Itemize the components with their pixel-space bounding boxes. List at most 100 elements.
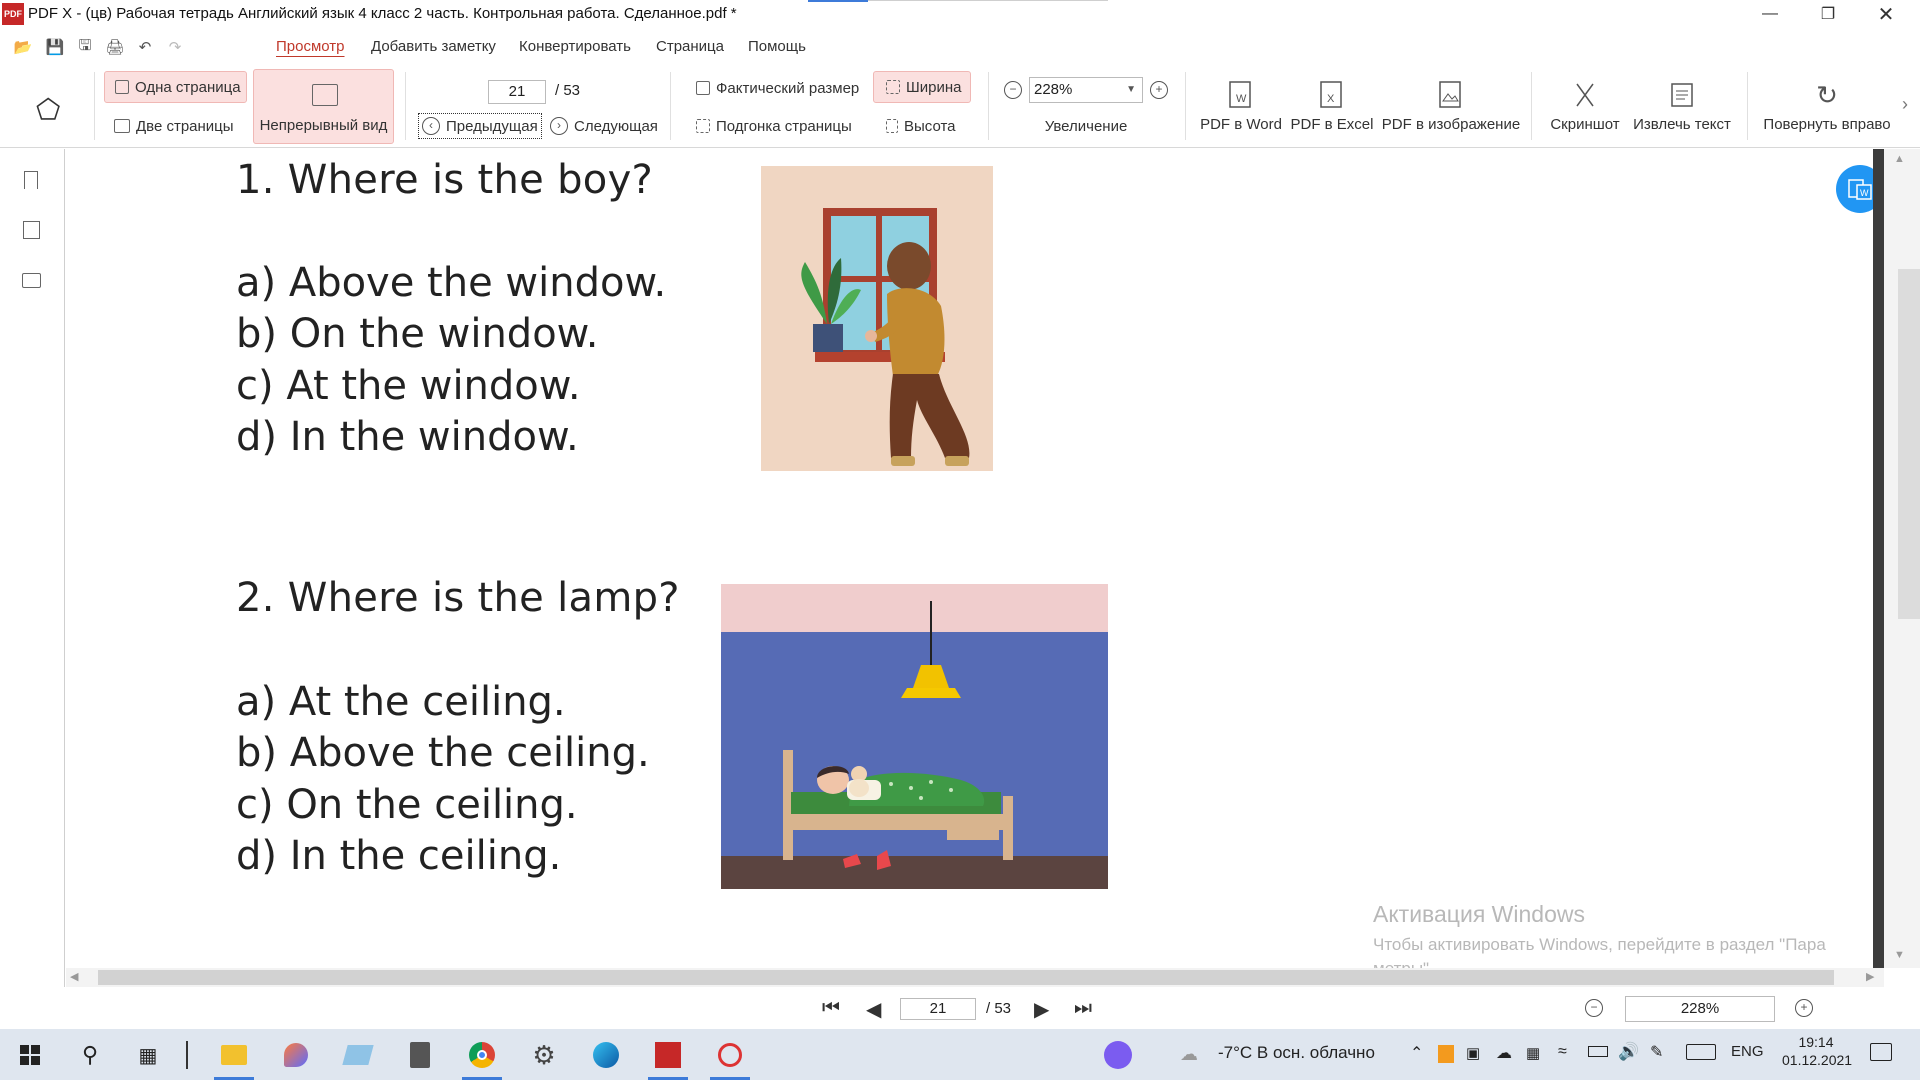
pinned-app-icon[interactable] <box>706 1034 754 1076</box>
notifications-icon[interactable] <box>1870 1043 1892 1061</box>
last-page-icon[interactable]: ⏭ <box>1074 997 1092 1020</box>
fit-page-button[interactable]: Подгонка страницы <box>696 114 852 138</box>
battery-icon[interactable] <box>1588 1046 1608 1057</box>
single-page-button[interactable]: Одна страница <box>104 71 247 103</box>
cortana-icon[interactable] <box>1094 1034 1142 1076</box>
document-viewport[interactable]: 1. Where is the boy? a) Above the window… <box>66 149 1873 969</box>
pages-icon[interactable] <box>23 221 40 239</box>
zoom-in-icon[interactable]: + <box>1150 81 1168 99</box>
vertical-scroll-thumb[interactable] <box>1898 269 1920 619</box>
scroll-up-icon[interactable]: ▲ <box>1894 153 1905 165</box>
clock[interactable]: 19:14 01.12.2021 <box>1782 1034 1852 1068</box>
file-explorer-icon[interactable] <box>210 1034 258 1076</box>
tray-chevron-up-icon[interactable]: ⌃ <box>1410 1043 1423 1063</box>
volume-icon[interactable]: 🔊 <box>1618 1042 1639 1062</box>
minimize-button[interactable]: — <box>1747 0 1793 28</box>
continuous-view-button[interactable]: Непрерывный вид <box>253 69 394 144</box>
menu-page[interactable]: Страница <box>656 38 724 55</box>
next-page-icon[interactable]: ▶ <box>1034 997 1049 1022</box>
status-zoom-input[interactable]: 228% <box>1625 996 1775 1022</box>
chevron-left-icon: ‹ <box>422 117 440 135</box>
print-icon[interactable]: 🖨 <box>104 36 126 58</box>
edge-icon[interactable] <box>582 1034 630 1076</box>
horizontal-scroll-thumb[interactable] <box>98 970 1834 985</box>
weather-text[interactable]: -7°C В осн. облачно <box>1218 1043 1375 1063</box>
zoom-out-icon[interactable]: − <box>1004 81 1022 99</box>
screenshot-button[interactable]: Скриншот <box>1543 78 1627 140</box>
calculator-icon[interactable] <box>396 1034 444 1076</box>
horizontal-scrollbar[interactable]: ◀ ▶ <box>66 968 1884 987</box>
language-indicator[interactable]: ENG <box>1731 1043 1764 1060</box>
previous-page-button[interactable]: ‹ Предыдущая <box>418 113 542 139</box>
chrome-icon[interactable] <box>458 1034 506 1076</box>
scroll-down-icon[interactable]: ▼ <box>1894 949 1905 961</box>
vertical-scrollbar[interactable]: ▲ ▼ <box>1884 149 1920 968</box>
pen-icon[interactable]: ✎ <box>1650 1042 1663 1062</box>
excel-doc-icon: X <box>1314 78 1350 112</box>
save-as-icon[interactable]: 🖫 <box>74 36 96 58</box>
pdfx-taskbar-icon[interactable] <box>644 1034 692 1076</box>
paint-icon[interactable] <box>272 1034 320 1076</box>
rotate-right-button[interactable]: ↻ Повернуть вправо <box>1755 78 1899 140</box>
start-button[interactable] <box>6 1034 54 1076</box>
extract-text-button[interactable]: Извлечь текст <box>1628 78 1736 140</box>
tray-antivirus-icon[interactable]: ▦ <box>1526 1044 1540 1062</box>
next-page-button[interactable]: › Следующая <box>550 114 658 138</box>
menu-convert[interactable]: Конвертировать <box>519 38 631 55</box>
wifi-icon[interactable]: ≈ <box>1558 1043 1567 1061</box>
menu-view[interactable]: Просмотр <box>276 38 345 55</box>
pdf-to-word-button[interactable]: W PDF в Word <box>1196 78 1286 140</box>
bookmark-icon[interactable] <box>24 171 38 189</box>
pdf-to-image-button[interactable]: PDF в изображение <box>1378 78 1524 140</box>
tray-app-icon[interactable] <box>1438 1045 1454 1063</box>
question-2-option-b: b) Above the ceiling. <box>236 730 650 776</box>
pdf-to-excel-button[interactable]: X PDF в Excel <box>1287 78 1377 140</box>
select-cursor-icon[interactable]: ⬠ <box>36 93 60 126</box>
word-doc-icon: W <box>1223 78 1259 112</box>
fit-height-label: Высота <box>904 117 956 135</box>
menu-help[interactable]: Помощь <box>748 38 806 55</box>
settings-gear-icon[interactable]: ⚙ <box>520 1034 568 1076</box>
zoom-select[interactable]: 228% ▼ <box>1029 77 1143 103</box>
scroll-left-icon[interactable]: ◀ <box>70 970 78 983</box>
keyboard-icon[interactable] <box>1686 1044 1716 1060</box>
pdf-to-excel-label: PDF в Excel <box>1290 116 1374 133</box>
floating-convert-word-button[interactable]: W <box>1836 165 1873 213</box>
question-2-option-d: d) In the ceiling. <box>236 833 562 879</box>
search-icon[interactable]: ⚲ <box>66 1034 114 1076</box>
first-page-icon[interactable]: ⏮ <box>822 997 840 1020</box>
fit-height-button[interactable]: Высота <box>886 114 956 138</box>
notes-app-icon[interactable] <box>334 1034 382 1076</box>
restore-button[interactable]: ❐ <box>1805 0 1851 28</box>
zoom-value: 228% <box>1034 81 1073 98</box>
actual-size-button[interactable]: Фактический размер <box>696 76 859 100</box>
actual-size-label: Фактический размер <box>716 79 860 97</box>
status-page-input[interactable]: 21 <box>900 998 976 1020</box>
ribbon-separator <box>1747 72 1748 140</box>
question-2-option-c: c) On the ceiling. <box>236 782 578 828</box>
app-logo-icon: PDF <box>2 3 24 25</box>
open-file-icon[interactable]: 📂 <box>12 36 34 58</box>
svg-text:W: W <box>1236 93 1247 105</box>
close-button[interactable]: ✕ <box>1863 0 1909 28</box>
two-pages-button[interactable]: Две страницы <box>114 114 234 138</box>
ribbon-separator <box>988 72 989 140</box>
redo-icon[interactable]: ↷ <box>164 36 186 58</box>
prev-page-icon[interactable]: ◀ <box>866 997 881 1022</box>
save-icon[interactable]: 💾 <box>44 36 66 58</box>
comment-icon[interactable] <box>22 273 41 288</box>
scroll-right-icon[interactable]: ▶ <box>1866 970 1874 983</box>
fit-width-button[interactable]: Ширина <box>873 71 971 103</box>
fit-width-label: Ширина <box>906 78 962 96</box>
menu-add-note[interactable]: Добавить заметку <box>371 38 496 55</box>
ribbon-more-chevron-icon[interactable]: › <box>1902 94 1908 115</box>
tray-meet-icon[interactable]: ▣ <box>1466 1044 1480 1062</box>
status-zoom-out-icon[interactable]: − <box>1585 999 1603 1017</box>
activation-watermark-title: Активация Windows <box>1373 901 1585 927</box>
title-accent-bar <box>808 0 868 2</box>
onedrive-icon[interactable]: ☁ <box>1496 1043 1512 1063</box>
task-view-icon[interactable]: ▦ <box>124 1034 172 1076</box>
page-number-input[interactable]: 21 <box>488 80 546 104</box>
undo-icon[interactable]: ↶ <box>134 36 156 58</box>
status-zoom-in-icon[interactable]: + <box>1795 999 1813 1017</box>
